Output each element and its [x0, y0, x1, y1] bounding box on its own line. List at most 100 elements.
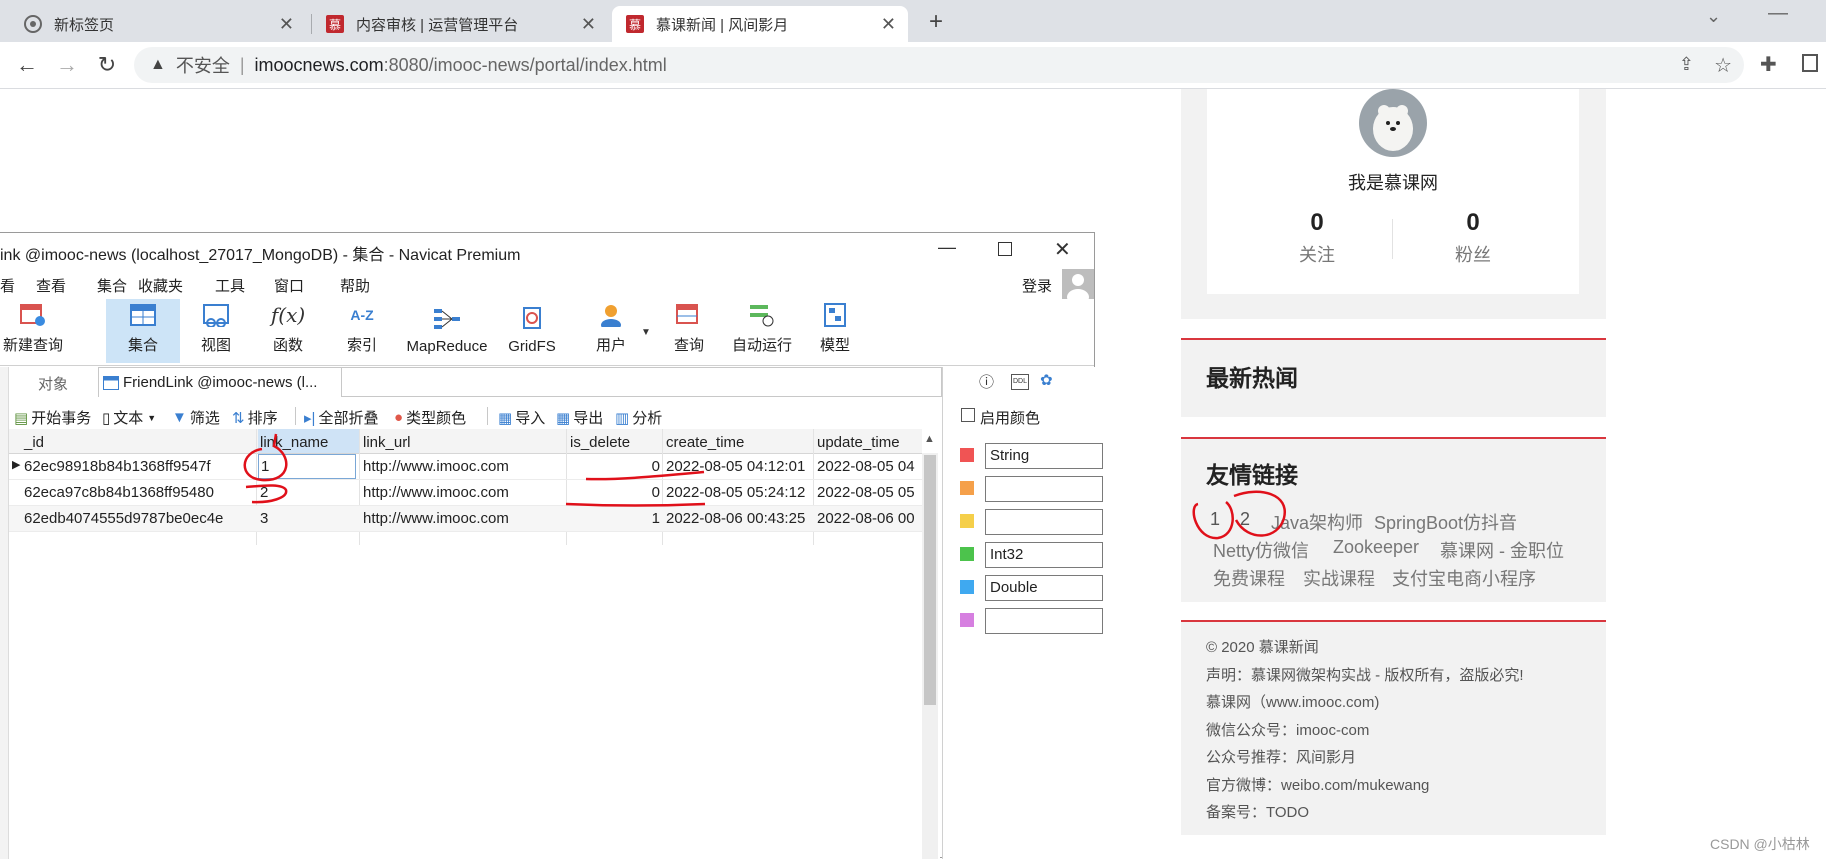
friend-link-1[interactable]: 1 — [1210, 509, 1220, 530]
color-swatch[interactable] — [960, 613, 974, 627]
ddl-icon[interactable]: DDL — [1011, 374, 1029, 390]
share-icon[interactable]: ⇪ — [1679, 54, 1694, 75]
index-button[interactable]: A-Z 索引 — [336, 299, 388, 361]
login-link[interactable]: 登录 — [1022, 275, 1052, 296]
type-input[interactable] — [985, 509, 1103, 535]
column-header-link-url[interactable]: link_url — [363, 431, 411, 453]
color-swatch[interactable] — [960, 481, 974, 495]
column-header-link-name[interactable]: link_name — [260, 431, 328, 453]
user-button[interactable]: 用户 — [586, 299, 636, 361]
type-input[interactable]: Int32 — [985, 542, 1103, 568]
cell-id[interactable]: 62edb4074555d9787be0ec4e — [24, 506, 254, 531]
info-icon[interactable]: ⓘ — [979, 371, 994, 392]
export-button[interactable]: ▦ 导出 — [556, 407, 603, 428]
side-panel-icon[interactable] — [1802, 54, 1818, 72]
extensions-icon[interactable]: ✚ — [1760, 52, 1777, 77]
cell-link-name[interactable]: 3 — [260, 506, 356, 531]
user-dropdown-icon[interactable]: ▼ — [641, 327, 651, 338]
enable-color-checkbox[interactable] — [961, 408, 975, 422]
analyze-button[interactable]: ▥ 分析 — [615, 407, 662, 428]
friend-link-free[interactable]: 免费课程 — [1213, 565, 1285, 591]
cell-link-url[interactable]: http://www.imooc.com — [363, 454, 563, 479]
cell-id[interactable]: 62eca97c8b84b1368ff95480 — [24, 480, 254, 505]
address-bar[interactable]: ▲ 不安全 | imoocnews.com :8080/imooc-news/p… — [134, 47, 1744, 83]
fans-label[interactable]: 粉丝 — [1423, 241, 1523, 267]
cell-update-time[interactable]: 2022-08-05 04 — [817, 454, 921, 479]
window-minimize-icon[interactable]: — — [938, 237, 956, 258]
type-color-button[interactable]: ● 类型颜色 — [394, 407, 466, 428]
cell-link-url[interactable]: http://www.imooc.com — [363, 480, 563, 505]
scrollbar-thumb[interactable] — [924, 455, 936, 705]
friend-link-alipay[interactable]: 支付宝电商小程序 — [1392, 565, 1536, 591]
column-header-is-delete[interactable]: is_delete — [570, 431, 630, 453]
cell-link-url[interactable]: http://www.imooc.com — [363, 506, 563, 531]
menu-tools[interactable]: 工具 — [215, 275, 245, 296]
tab-search-icon[interactable]: ⌄ — [1706, 6, 1721, 27]
text-view-button[interactable]: ▯ 文本 ▼ — [102, 407, 156, 428]
tab-close-icon[interactable]: ✕ — [881, 14, 896, 35]
gridfs-button[interactable]: GridFS — [504, 299, 560, 361]
tab-close-icon[interactable]: ✕ — [279, 14, 294, 35]
tab-friendlink[interactable]: FriendLink @imooc-news (l... — [98, 367, 342, 397]
cell-id[interactable]: 62ec98918b84b1368ff9547f — [24, 454, 254, 479]
cell-is-delete[interactable]: 0 — [570, 480, 660, 505]
tab-imooc-news[interactable]: 慕 慕课新闻 | 风间影月 ✕ — [612, 6, 908, 42]
column-header-create-time[interactable]: create_time — [666, 431, 744, 453]
automation-button[interactable]: 自动运行 — [726, 299, 798, 361]
mapreduce-button[interactable]: MapReduce — [398, 299, 496, 361]
friend-link-jinzhiwei[interactable]: 慕课网 - 金职位 — [1440, 537, 1564, 563]
cell-create-time[interactable]: 2022-08-05 05:24:12 — [666, 480, 814, 505]
function-button[interactable]: f(x) 函数 — [262, 299, 314, 361]
begin-transaction-button[interactable]: ▤ 开始事务 — [14, 407, 91, 428]
type-input[interactable]: Double — [985, 575, 1103, 601]
user-avatar-icon[interactable] — [1062, 269, 1094, 305]
cell-update-time[interactable]: 2022-08-05 05 — [817, 480, 921, 505]
bookmark-star-icon[interactable]: ☆ — [1714, 53, 1732, 78]
color-swatch[interactable] — [960, 547, 974, 561]
type-input[interactable] — [985, 608, 1103, 634]
type-input[interactable]: String — [985, 443, 1103, 469]
cell-is-delete[interactable]: 1 — [570, 506, 660, 531]
minimize-icon[interactable]: — — [1768, 2, 1788, 25]
color-swatch[interactable] — [960, 580, 974, 594]
tab-close-icon[interactable]: ✕ — [581, 14, 596, 35]
cell-is-delete[interactable]: 0 — [570, 454, 660, 479]
new-tab-button[interactable]: + — [922, 8, 950, 36]
window-maximize-icon[interactable] — [998, 242, 1012, 256]
view-button[interactable]: 视图 — [190, 299, 242, 361]
friend-link-netty[interactable]: Netty仿微信 — [1213, 537, 1309, 563]
menu-favorites[interactable]: 收藏夹 — [138, 275, 183, 296]
menu-collection[interactable]: 集合 — [97, 275, 127, 296]
cell-create-time[interactable]: 2022-08-06 00:43:25 — [666, 506, 814, 531]
scroll-up-icon[interactable]: ▲ — [924, 433, 935, 445]
collapse-all-button[interactable]: ▸| 全部折叠 — [304, 407, 378, 428]
menu-file[interactable]: 看 — [0, 275, 15, 296]
forward-arrow-icon[interactable]: → — [52, 50, 82, 80]
cell-create-time[interactable]: 2022-08-05 04:12:01 — [666, 454, 814, 479]
avatar[interactable] — [1359, 89, 1427, 157]
filter-button[interactable]: ▼ 筛选 — [172, 407, 220, 428]
follow-label[interactable]: 关注 — [1267, 241, 1367, 267]
sort-button[interactable]: ⇅ 排序 — [232, 407, 278, 428]
color-swatch[interactable] — [960, 514, 974, 528]
cell-link-name-editing[interactable]: 1 — [258, 454, 356, 479]
type-input[interactable] — [985, 476, 1103, 502]
menu-view[interactable]: 查看 — [36, 275, 66, 296]
collection-button[interactable]: 集合 — [106, 299, 180, 361]
schema-icon[interactable]: ✿ — [1040, 371, 1053, 389]
friend-link-zookeeper[interactable]: Zookeeper — [1333, 537, 1419, 558]
cell-link-name[interactable]: 2 — [260, 480, 356, 505]
friend-link-springboot[interactable]: SpringBoot仿抖音 — [1374, 509, 1517, 535]
back-arrow-icon[interactable]: ← — [12, 50, 42, 80]
import-button[interactable]: ▦ 导入 — [498, 407, 545, 428]
column-header-update-time[interactable]: update_time — [817, 431, 900, 453]
query-button[interactable]: 查询 — [664, 299, 714, 361]
tab-new-tab[interactable]: 新标签页 ✕ — [10, 6, 306, 42]
cell-update-time[interactable]: 2022-08-06 00 — [817, 506, 921, 531]
tab-content-review[interactable]: 慕 内容审核 | 运营管理平台 ✕ — [312, 6, 608, 42]
window-close-icon[interactable]: ✕ — [1054, 237, 1071, 262]
column-header-id[interactable]: _id — [24, 431, 44, 453]
new-query-button[interactable]: 新建查询 — [0, 299, 66, 361]
model-button[interactable]: 模型 — [810, 299, 860, 361]
tab-objects[interactable]: 对象 — [8, 369, 98, 397]
